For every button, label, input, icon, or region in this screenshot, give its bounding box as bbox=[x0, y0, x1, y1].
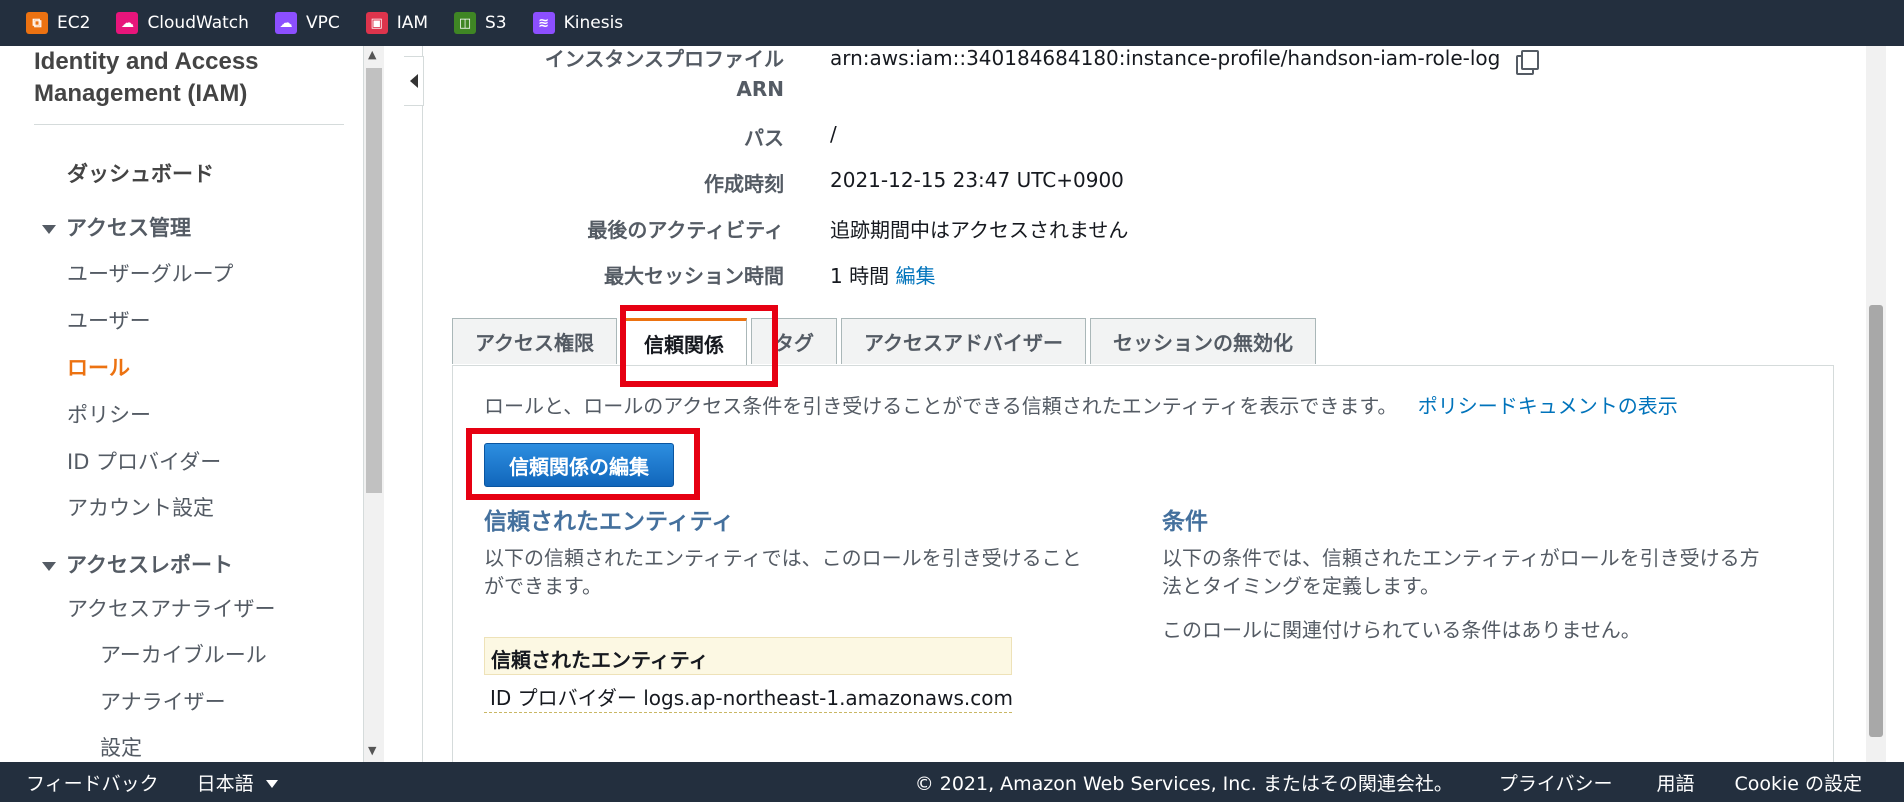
max-session-duration: 1 時間 bbox=[830, 264, 890, 288]
path-label: パス bbox=[744, 126, 784, 150]
ec2-icon: ⧉ bbox=[26, 12, 48, 34]
sidebar-item-dashboard[interactable]: ダッシュボード bbox=[67, 158, 214, 188]
copy-icon[interactable] bbox=[1520, 49, 1539, 70]
service-favorites-bar: ⧉ EC2 ☁ CloudWatch ☁ VPC ▣ IAM ◫ S3 ≋ Ki… bbox=[0, 0, 1904, 46]
sidebar-item-access-analyzer[interactable]: アクセスアナライザー bbox=[67, 593, 276, 623]
path-value: / bbox=[830, 122, 837, 146]
max-session-label: 最大セッション時間 bbox=[604, 264, 784, 288]
iam-icon: ▣ bbox=[365, 12, 388, 34]
service-label: IAM bbox=[396, 13, 429, 33]
edit-trust-relationship-button[interactable]: 信頼関係の編集 bbox=[484, 443, 674, 487]
trusted-entities-description-line1: 以下の信頼されたエンティティでは、このロールを引き受けること bbox=[484, 546, 1082, 570]
trusted-entities-description: 以下の信頼されたエンティティでは、このロールを引き受けること ができます。 bbox=[484, 544, 1082, 600]
conditions-title: 条件 bbox=[1162, 509, 1208, 535]
service-label: VPC bbox=[305, 13, 340, 33]
sidebar-item-roles[interactable]: ロール bbox=[67, 352, 130, 382]
instance-profile-label-line2: ARN bbox=[736, 77, 784, 101]
sidebar-item-user-groups[interactable]: ユーザーグループ bbox=[67, 258, 233, 288]
kinesis-icon: ≋ bbox=[532, 12, 555, 34]
caret-down-icon bbox=[265, 780, 278, 788]
scroll-up-icon[interactable]: ▲ bbox=[368, 48, 376, 61]
view-policy-document-link[interactable]: ポリシードキュメントの表示 bbox=[1418, 394, 1678, 418]
conditions-description: 以下の条件では、信頼されたエンティティがロールを引き受ける方 法とタイミングを定… bbox=[1162, 544, 1760, 600]
cloudwatch-icon: ☁ bbox=[116, 12, 139, 34]
sidebar-item-settings[interactable]: 設定 bbox=[100, 732, 142, 762]
page-scroll-thumb[interactable] bbox=[1869, 305, 1883, 737]
copyright-text: © 2021, Amazon Web Services, Inc. またはその関… bbox=[914, 772, 1453, 795]
sidebar-section-label: アクセス管理 bbox=[66, 216, 191, 240]
panel-divider bbox=[422, 46, 423, 762]
last-activity-label: 最後のアクティビティ bbox=[587, 218, 784, 242]
terms-link[interactable]: 用語 bbox=[1656, 769, 1694, 796]
tab-trust-relationships[interactable]: 信頼関係 bbox=[621, 318, 747, 366]
sidebar-item-policies[interactable]: ポリシー bbox=[67, 399, 151, 429]
collapse-sidebar-button[interactable] bbox=[404, 56, 424, 106]
privacy-link[interactable]: プライバシー bbox=[1499, 769, 1613, 796]
service-link-vpc[interactable]: ☁ VPC bbox=[274, 12, 340, 34]
service-label: CloudWatch bbox=[147, 13, 249, 33]
sidebar-nav: Identity and Access Management (IAM) ダッシ… bbox=[0, 46, 364, 762]
sidebar-item-analyzers[interactable]: アナライザー bbox=[100, 686, 226, 716]
trusted-entities-table-row: ID プロバイダー logs.ap-northeast-1.amazonaws.… bbox=[484, 677, 1013, 713]
service-link-iam[interactable]: ▣ IAM bbox=[365, 12, 429, 34]
trusted-entities-table-header: 信頼されたエンティティ bbox=[484, 637, 1012, 675]
conditions-description-line1: 以下の条件では、信頼されたエンティティがロールを引き受ける方 bbox=[1162, 546, 1760, 570]
sidebar-item-id-providers[interactable]: ID プロバイダー bbox=[67, 446, 221, 476]
instance-profile-arn: arn:aws:iam::340184684180:instance-profi… bbox=[830, 46, 1501, 70]
created-value: 2021-12-15 23:47 UTC+0900 bbox=[830, 168, 1124, 192]
sidebar-section-access-reports[interactable]: アクセスレポート bbox=[42, 549, 233, 579]
service-link-s3[interactable]: ◫ S3 bbox=[454, 12, 507, 34]
feedback-link[interactable]: フィードバック bbox=[26, 769, 159, 796]
cookie-settings-link[interactable]: Cookie の設定 bbox=[1734, 769, 1862, 796]
s3-icon: ◫ bbox=[454, 12, 477, 34]
conditions-description-line2: 法とタイミングを定義します。 bbox=[1162, 574, 1440, 598]
service-link-ec2[interactable]: ⧉ EC2 bbox=[26, 12, 90, 34]
sidebar-section-access-management[interactable]: アクセス管理 bbox=[42, 212, 191, 242]
tab-tags[interactable]: タグ bbox=[751, 318, 837, 364]
service-link-cloudwatch[interactable]: ☁ CloudWatch bbox=[116, 12, 249, 34]
caret-left-icon bbox=[409, 74, 418, 88]
tab-permissions[interactable]: アクセス権限 bbox=[452, 318, 617, 364]
sidebar-title: Identity and Access Management (IAM) bbox=[34, 48, 259, 107]
tab-revoke-sessions[interactable]: セッションの無効化 bbox=[1090, 318, 1316, 364]
tab-access-advisor[interactable]: アクセスアドバイザー bbox=[841, 318, 1086, 364]
trusted-entities-description-line2: ができます。 bbox=[484, 574, 602, 598]
sidebar-item-users[interactable]: ユーザー bbox=[67, 305, 151, 335]
service-label: S3 bbox=[485, 13, 507, 33]
service-link-kinesis[interactable]: ≋ Kinesis bbox=[532, 12, 624, 34]
trust-description: ロールと、ロールのアクセス条件を引き受けることができる信頼されたエンティティを表… bbox=[484, 390, 1678, 419]
vpc-icon: ☁ bbox=[274, 12, 297, 34]
sidebar-section-label: アクセスレポート bbox=[66, 553, 233, 577]
service-label: EC2 bbox=[57, 13, 91, 33]
max-session-value: 1 時間 編集 bbox=[830, 260, 935, 289]
language-selector[interactable]: 日本語 bbox=[197, 769, 278, 796]
sidebar-item-account-settings[interactable]: アカウント設定 bbox=[67, 492, 214, 522]
max-session-edit-link[interactable]: 編集 bbox=[895, 264, 935, 288]
created-label: 作成時刻 bbox=[704, 172, 784, 196]
caret-down-icon bbox=[42, 224, 56, 234]
instance-profile-value: arn:aws:iam::340184684180:instance-profi… bbox=[830, 46, 1539, 70]
instance-profile-label-line1: インスタンスプロファイル bbox=[544, 47, 784, 71]
sidebar-item-archive-rules[interactable]: アーカイブルール bbox=[100, 639, 267, 669]
trusted-entities-title: 信頼されたエンティティ bbox=[484, 509, 735, 535]
console-footer: フィードバック 日本語 © 2021, Amazon Web Services,… bbox=[0, 762, 1904, 802]
instance-profile-label: インスタンスプロファイル ARN bbox=[545, 44, 784, 104]
role-tabs: アクセス権限 信頼関係 タグ アクセスアドバイザー セッションの無効化 bbox=[452, 318, 1320, 366]
caret-down-icon bbox=[42, 561, 56, 571]
service-label: Kinesis bbox=[563, 13, 624, 33]
conditions-none-text: このロールに関連付けられている条件はありません。 bbox=[1162, 618, 1641, 642]
scroll-down-icon[interactable]: ▼ bbox=[368, 744, 376, 757]
trust-description-text: ロールと、ロールのアクセス条件を引き受けることができる信頼されたエンティティを表… bbox=[484, 394, 1398, 418]
sidebar-scroll-thumb[interactable] bbox=[366, 68, 382, 493]
sidebar-divider bbox=[34, 124, 344, 125]
language-label: 日本語 bbox=[196, 772, 254, 795]
last-activity-value: 追跡期間中はアクセスされません bbox=[830, 218, 1129, 242]
